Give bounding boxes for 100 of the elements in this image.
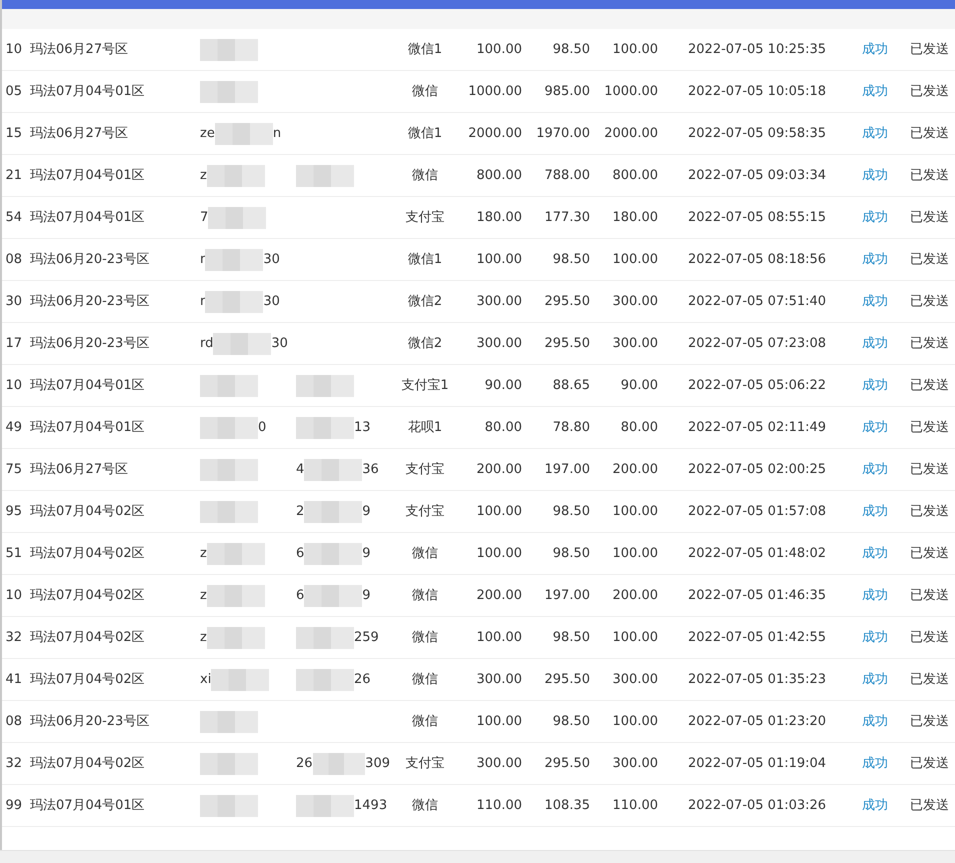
server-zone: 玛法06月20-23号区 xyxy=(30,712,150,731)
actual-amount: 295.50 xyxy=(544,754,590,773)
phone-fragment: 9 xyxy=(362,544,371,563)
server-zone: 玛法06月20-23号区 xyxy=(30,334,150,353)
payment-status: 成功 xyxy=(862,586,888,605)
order-amount: 100.00 xyxy=(476,628,522,647)
server-zone: 玛法06月20-23号区 xyxy=(30,250,150,269)
server-zone: 玛法07月04号02区 xyxy=(30,586,145,605)
order-amount: 100.00 xyxy=(476,250,522,269)
server-zone: 玛法06月27号区 xyxy=(30,460,128,479)
phone-fragment: 9 xyxy=(362,586,371,605)
actual-amount: 98.50 xyxy=(552,40,590,59)
order-id: 32 xyxy=(5,754,22,773)
order-id: 41 xyxy=(5,670,22,689)
notify-status: 已发送 xyxy=(910,82,949,101)
payment-status: 成功 xyxy=(862,418,888,437)
order-id: 49 xyxy=(5,418,22,437)
payment-method: 微信 xyxy=(412,670,438,689)
order-amount: 200.00 xyxy=(476,586,522,605)
actual-amount: 295.50 xyxy=(544,292,590,311)
account-fragment: ze xyxy=(200,124,215,143)
account-fragment: z xyxy=(200,166,207,185)
payment-method: 微信1 xyxy=(408,124,442,143)
notify-status: 已发送 xyxy=(910,544,949,563)
order-time: 2022-07-05 01:57:08 xyxy=(688,502,826,521)
account-fragment: r xyxy=(200,292,206,311)
order-time: 2022-07-05 08:18:56 xyxy=(688,250,826,269)
paid-amount: 300.00 xyxy=(612,292,658,311)
phone-fragment: 6 xyxy=(296,544,304,563)
actual-amount: 197.00 xyxy=(544,586,590,605)
phone-fragment: 1493 xyxy=(354,796,388,815)
account-fragment: z xyxy=(200,586,207,605)
account-fragment: z xyxy=(200,628,207,647)
notify-status: 已发送 xyxy=(910,502,949,521)
paid-amount: 100.00 xyxy=(612,250,658,269)
order-time: 2022-07-05 10:05:18 xyxy=(688,82,826,101)
account-fragment: z xyxy=(200,544,207,563)
payment-status: 成功 xyxy=(862,460,888,479)
notify-status: 已发送 xyxy=(910,124,949,143)
order-amount: 100.00 xyxy=(476,712,522,731)
payment-method: 微信2 xyxy=(408,334,442,353)
order-time: 2022-07-05 09:03:34 xyxy=(688,166,826,185)
payment-status: 成功 xyxy=(862,796,888,815)
order-id: 32 xyxy=(5,628,22,647)
order-amount: 300.00 xyxy=(476,670,522,689)
actual-amount: 98.50 xyxy=(552,502,590,521)
paid-amount: 300.00 xyxy=(612,754,658,773)
paid-amount: 2000.00 xyxy=(604,124,658,143)
order-id: 08 xyxy=(5,250,22,269)
notify-status: 已发送 xyxy=(910,40,949,59)
server-zone: 玛法07月04号01区 xyxy=(30,418,145,437)
paid-amount: 100.00 xyxy=(612,40,658,59)
payment-method: 微信2 xyxy=(408,292,442,311)
paid-amount: 100.00 xyxy=(612,628,658,647)
order-time: 2022-07-05 05:06:22 xyxy=(688,376,826,395)
payment-method: 花呗1 xyxy=(408,418,442,437)
account-fragment: 30 xyxy=(263,292,280,311)
account-fragment: 0 xyxy=(258,418,266,437)
actual-amount: 985.00 xyxy=(544,82,590,101)
server-zone: 玛法07月04号02区 xyxy=(30,628,145,647)
payment-status: 成功 xyxy=(862,208,888,227)
payment-method: 微信 xyxy=(412,166,438,185)
order-amount: 2000.00 xyxy=(468,124,522,143)
order-time: 2022-07-05 01:48:02 xyxy=(688,544,826,563)
actual-amount: 108.35 xyxy=(544,796,590,815)
actual-amount: 98.50 xyxy=(552,250,590,269)
paid-amount: 100.00 xyxy=(612,544,658,563)
account-fragment: r xyxy=(200,250,206,269)
server-zone: 玛法07月04号02区 xyxy=(30,670,145,689)
payment-method: 微信1 xyxy=(408,250,442,269)
payment-status: 成功 xyxy=(862,544,888,563)
order-time: 2022-07-05 07:23:08 xyxy=(688,334,826,353)
payment-status: 成功 xyxy=(862,292,888,311)
order-time: 2022-07-05 01:46:35 xyxy=(688,586,826,605)
account-fragment: 7 xyxy=(200,208,208,227)
order-amount: 100.00 xyxy=(476,544,522,563)
order-amount: 1000.00 xyxy=(468,82,522,101)
order-amount: 100.00 xyxy=(476,502,522,521)
order-amount: 300.00 xyxy=(476,754,522,773)
order-amount: 300.00 xyxy=(476,334,522,353)
order-id: 95 xyxy=(5,502,22,521)
payment-status: 成功 xyxy=(862,754,888,773)
notify-status: 已发送 xyxy=(910,712,949,731)
order-time: 2022-07-05 10:25:35 xyxy=(688,40,826,59)
actual-amount: 177.30 xyxy=(544,208,590,227)
actual-amount: 88.65 xyxy=(552,376,590,395)
horizontal-scrollbar[interactable] xyxy=(0,850,955,863)
order-id: 05 xyxy=(5,82,22,101)
account-fragment: xi xyxy=(200,670,212,689)
payment-method: 支付宝1 xyxy=(401,376,449,395)
paid-amount: 1000.00 xyxy=(604,82,658,101)
notify-status: 已发送 xyxy=(910,376,949,395)
order-id: 10 xyxy=(5,586,22,605)
payment-status: 成功 xyxy=(862,124,888,143)
actual-amount: 788.00 xyxy=(544,166,590,185)
notify-status: 已发送 xyxy=(910,418,949,437)
account-fragment: 30 xyxy=(263,250,280,269)
order-id: 10 xyxy=(5,40,22,59)
server-zone: 玛法07月04号02区 xyxy=(30,544,145,563)
order-id: 51 xyxy=(5,544,22,563)
